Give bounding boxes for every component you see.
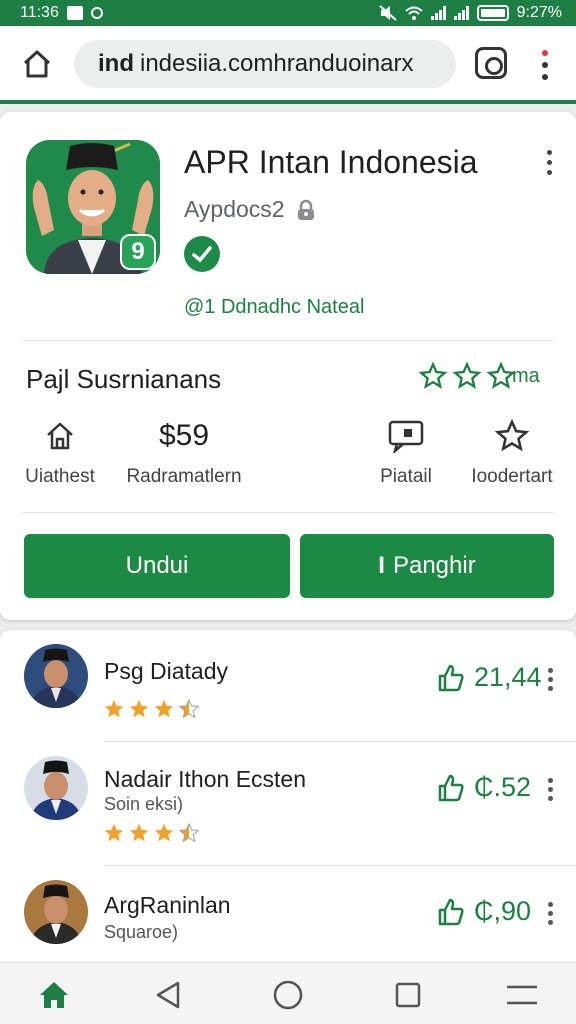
location-icon [90,7,103,19]
url-field[interactable]: ind indesiia.comhranduoinarx [74,40,456,88]
browser-menu-icon[interactable] [536,48,552,82]
tag-icon [388,420,424,453]
back-icon[interactable] [150,977,186,1013]
star-icon [495,419,529,452]
thumbs-up-icon [438,774,464,801]
avatar [24,880,88,944]
like-button[interactable]: ₵,90 [438,896,531,927]
reviewer-name: Nadair Ithon Ecsten [104,766,307,792]
review-rating [102,822,201,844]
like-count: 21,44 [474,662,542,692]
stat-price: $59 Radramatlern [124,416,244,488]
divider [22,512,554,513]
star-outline-icon [418,362,448,389]
bottom-nav [0,962,576,1024]
stat-value: $59 [158,419,210,452]
url-domain: ind [98,50,134,77]
like-button[interactable]: ₵.52 [438,772,531,803]
review-item[interactable]: Nadair Ithon Ecsten Soin eksi) ₵.52 [0,742,576,866]
menu-icon[interactable] [504,977,540,1013]
reviews-card: Psg Diatady 21,44 Nadair Ithon Ecsten So… [0,630,576,970]
stat-label: Piatail [380,466,432,487]
app-badge: 9 [120,234,156,270]
lock-icon [297,199,314,220]
status-left: 11:36 [20,4,103,22]
mute-icon [378,5,397,21]
summary-title: Pajl Susrnianans [26,364,222,394]
like-count: ₵.52 [474,772,532,802]
stat-label: Uiathest [25,466,95,487]
stat-tag[interactable]: Piatail [346,416,466,488]
browser-toolbar: ind indesiia.comhranduoinarx [0,26,576,104]
verified-badge-icon [184,236,220,272]
signal-icon [430,6,446,20]
home-icon [47,422,73,450]
reviewer-subtitle: Soin eksi) [104,794,184,814]
more-options-icon[interactable] [544,148,556,176]
review-menu-icon[interactable] [546,902,556,926]
app-tagline: @1 Ddnadhc Nateal [184,296,365,318]
thumbs-up-icon [438,664,464,691]
status-right: 9:27% [378,4,562,22]
battery-text: 9:27% [516,4,562,21]
notification-icon [66,6,83,20]
app-title: APR Intan Indonesia [184,144,478,180]
app-icon: 9 [26,140,160,274]
nav-home-icon[interactable] [36,977,72,1013]
review-menu-icon[interactable] [546,668,556,692]
secondary-button-label: Panghir [392,552,476,579]
signal-icon-2 [453,6,469,20]
developer-row[interactable]: Aypdocs2 [184,196,317,223]
stat-star[interactable]: Ioodertart [452,416,572,488]
url-path: indesiia.comhranduoinarx [140,50,414,77]
app-card: 9 APR Intan Indonesia Aypdocs2 @1 Ddnadh… [0,112,576,620]
secondary-button-icon: I [378,552,385,579]
stat-home[interactable]: Uiathest [0,416,120,488]
rating-stars[interactable]: ma [418,362,540,390]
reviewer-name: ArgRaninlan [104,892,231,918]
reviewer-subtitle: Squaroе) [104,922,179,942]
avatar [24,756,88,820]
review-item[interactable]: Psg Diatady 21,44 [0,630,576,750]
developer-name: Aypdocs2 [184,196,285,222]
recents-icon[interactable] [390,977,426,1013]
stars-suffix: ma [512,364,540,387]
divider [22,340,554,341]
stat-label: Radramatlern [126,466,242,487]
like-count: ₵,90 [474,896,532,926]
like-button[interactable]: 21,44 [438,662,542,693]
battery-icon [476,5,509,21]
wifi-icon [404,6,423,20]
status-bar: 11:36 9:27% [0,0,576,26]
instagram-icon[interactable] [475,47,507,79]
status-time: 11:36 [20,4,59,21]
review-menu-icon[interactable] [546,778,556,802]
thumbs-up-icon [438,898,464,925]
secondary-button[interactable]: I Panghir [300,534,554,598]
stat-label: Ioodertart [471,466,553,487]
reviewer-name: Psg Diatady [104,658,229,684]
home-circle-icon[interactable] [270,977,306,1013]
download-button-label: Undui [125,552,189,579]
star-outline-icon [452,362,482,389]
review-rating [102,698,201,720]
avatar [24,644,88,708]
home-icon[interactable] [22,50,52,78]
download-button[interactable]: Undui [24,534,290,598]
